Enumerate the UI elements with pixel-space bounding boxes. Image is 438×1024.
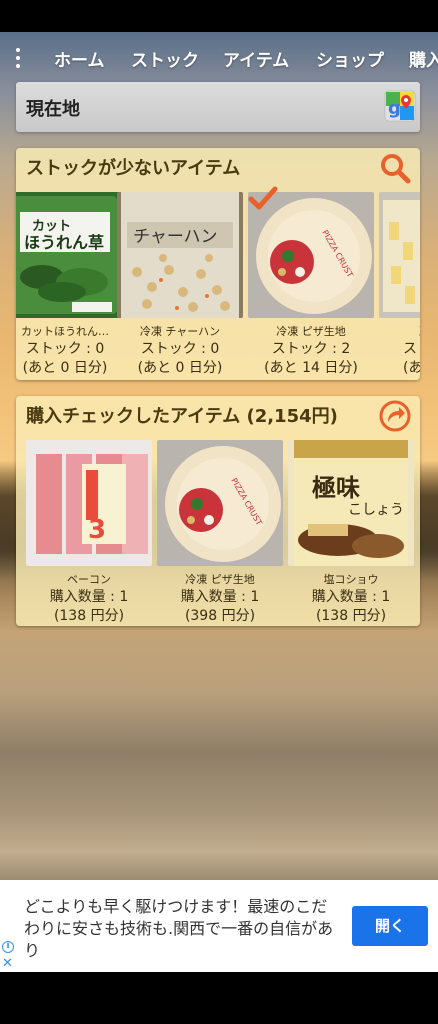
ad-open-button[interactable]: 開く — [352, 906, 428, 946]
item-stock: ストック : 0 — [140, 341, 220, 357]
google-maps-icon[interactable]: g — [384, 90, 416, 122]
item-price: (138 円分) — [315, 608, 387, 624]
svg-text:g: g — [388, 98, 401, 119]
svg-text:ほうれん草: ほうれん草 — [24, 233, 104, 252]
item-price: (138 円分) — [53, 608, 125, 624]
tab-home[interactable]: ホーム — [54, 46, 105, 71]
item-name: 冷 — [419, 323, 420, 339]
close-icon[interactable]: ✕ — [2, 956, 13, 971]
item-name: カットほうれん… — [21, 325, 109, 338]
item-name: 冷凍 ピザ生地 — [185, 573, 255, 586]
svg-text:極味: 極味 — [312, 473, 360, 502]
status-bar — [0, 0, 438, 32]
item-remaining: (あと 0 日分) — [137, 360, 223, 376]
location-bar[interactable]: 現在地 g — [16, 82, 420, 132]
item-quantity: 購入数量 : 1 — [49, 589, 129, 605]
svg-text:こしょう: こしょう — [348, 502, 404, 518]
search-icon[interactable] — [378, 151, 412, 185]
location-label: 現在地 — [26, 99, 80, 120]
svg-text:チャーハン: チャーハン — [133, 227, 218, 247]
item-name: ベーコン — [67, 573, 111, 586]
item-name: 冷凍 ピザ生地 — [276, 325, 346, 338]
checkmark-icon — [248, 186, 278, 210]
item-thumbnail: PIZZA CRUST — [157, 440, 283, 566]
item-thumbnail: チャーハン — [117, 192, 243, 318]
item-stock: ストック : 0 — [25, 341, 105, 357]
item-quantity: 購入数量 : 1 — [311, 589, 391, 605]
share-arrow-icon[interactable] — [378, 399, 412, 433]
item-quantity: 購入数量 : 1 — [180, 589, 260, 605]
item-thumbnail: 極味 こしょう — [288, 440, 414, 566]
info-icon[interactable]: i — [2, 941, 14, 953]
item-price: (398 円分) — [184, 608, 256, 624]
item-name: 塩コショウ — [323, 573, 379, 586]
low-stock-panel: ストックが少ないアイテム カット ほうれん草 カットほうれん… ストック : 0… — [16, 148, 420, 380]
svg-text:カット: カット — [32, 219, 71, 234]
item-remaining: (あと 0 日分) — [22, 360, 108, 376]
item-stock: ストック : 2 — [271, 341, 351, 357]
low-stock-title: ストックが少ないアイテム — [26, 158, 241, 179]
item-thumbnail: 3 — [26, 440, 152, 566]
tab-stock[interactable]: ストック — [131, 46, 199, 71]
navigation-bar — [0, 972, 438, 1024]
top-nav: ホーム ストック アイテム ショップ 購入 — [0, 40, 438, 74]
ad-text: どこよりも早く駆けつけます！最速のこだわりに安さも技術も.関西で一番の自信があり — [24, 897, 334, 960]
overflow-menu-icon[interactable] — [14, 48, 22, 68]
item-thumbnail — [379, 192, 420, 318]
item-name: 冷凍 チャーハン — [139, 325, 221, 338]
item-stock: スト — [403, 341, 420, 357]
purchase-checked-panel: 購入チェックしたアイテム (2,154円) 3 ベーコン 購入数量 : 1 (1… — [16, 396, 420, 626]
tab-items[interactable]: アイテム — [223, 46, 289, 71]
item-thumbnail: カット ほうれん草 — [16, 192, 128, 318]
item-remaining: (あと 14 日分) — [264, 360, 358, 376]
tab-shop[interactable]: ショップ — [316, 46, 384, 71]
item-remaining: (あ — [403, 360, 420, 376]
tab-purchase[interactable]: 購入 — [409, 46, 438, 71]
purchase-checked-title: 購入チェックしたアイテム (2,154円) — [26, 406, 338, 427]
